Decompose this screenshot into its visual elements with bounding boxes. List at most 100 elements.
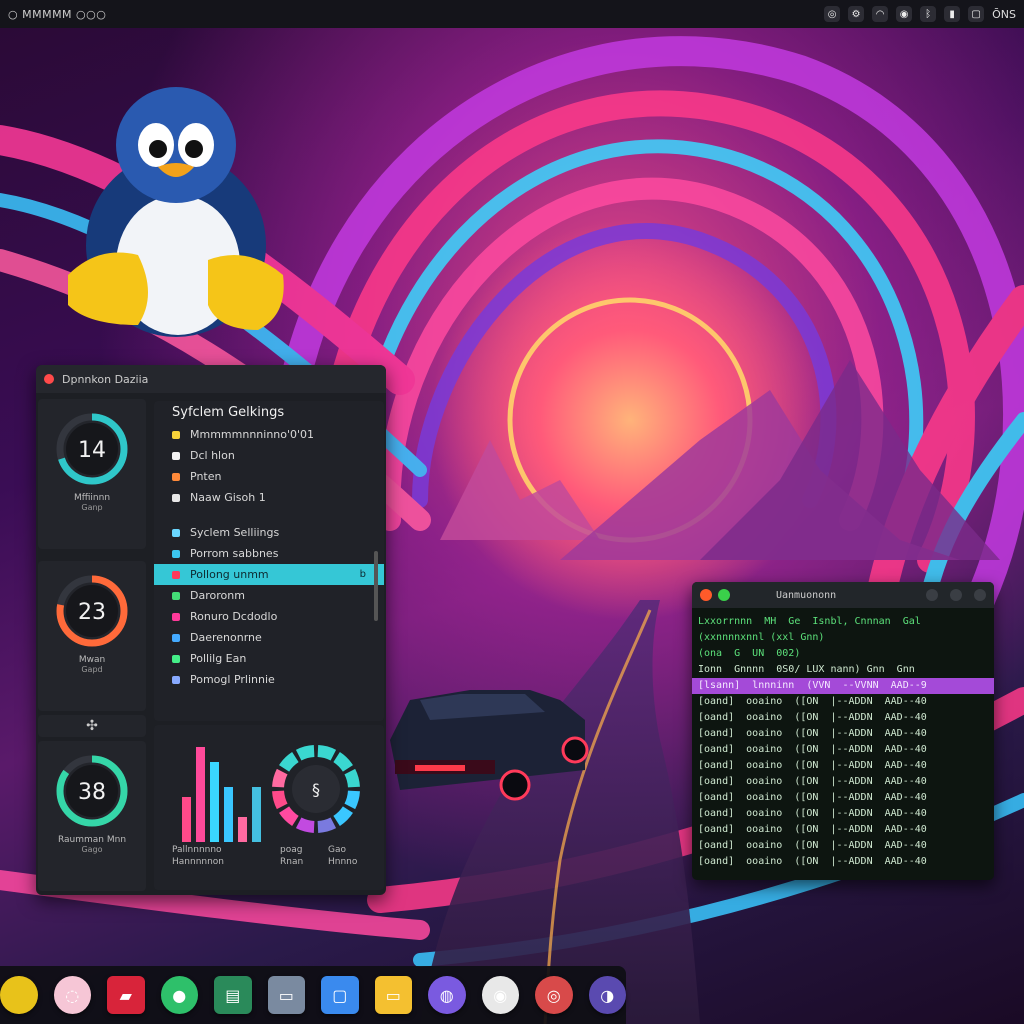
gauge-ring: 14	[56, 413, 128, 485]
settings-item[interactable]: Pollilg Ean	[154, 648, 384, 669]
terminal-row: [oand] ooaino ([ON |--ADDN AAD--40	[698, 728, 927, 739]
notes-icon[interactable]: ▢	[968, 6, 985, 22]
settings-item-icon	[172, 430, 180, 439]
terminal-menu-button[interactable]	[926, 589, 938, 601]
terminal-header-line: Lxxorrnnn MH Ge Isnbl, Cnnnan Gal	[698, 616, 921, 627]
battery-icon[interactable]: ▮	[944, 6, 961, 22]
dial-segment	[317, 745, 337, 761]
settings-item[interactable]: Syclem Selliings	[154, 522, 384, 543]
maximize-button[interactable]	[718, 589, 730, 601]
dial-segment	[279, 752, 299, 772]
system-monitor-window[interactable]: Dpnnkon Daziia 14 Mffiinnn Ganp 23 Mwan Gapd 3…	[36, 365, 386, 895]
gauge-ring: 23	[56, 575, 128, 647]
settings-item-icon	[172, 612, 180, 621]
settings-item-label: Pomogl Prlinnie	[190, 673, 275, 686]
terminal-row: [oand] ooaino ([ON |--ADDN AAD--40	[698, 840, 927, 851]
charts-panel: § Pallnnnnno Hannnnnon poag Rnan Gao Hnn…	[154, 725, 384, 890]
dial-segment	[344, 768, 360, 788]
gauge-value: 23	[78, 600, 106, 625]
settings-item[interactable]: Porrom sabbnes	[154, 543, 384, 564]
settings-scrollbar[interactable]	[374, 551, 378, 621]
app-green-icon[interactable]: ●	[160, 976, 198, 1014]
settings-item-icon	[172, 528, 180, 537]
terminal-header-line: (ona G UN 002)	[698, 648, 801, 659]
list-gap	[154, 508, 384, 522]
system-tray: ◎ ⚙ ◠ ◉ ᛒ ▮ ▢ ŌNS	[824, 6, 1016, 22]
gauge-label: Mffiinnn	[73, 493, 111, 503]
settings-item-icon	[172, 675, 180, 684]
network-icon[interactable]: ◎	[824, 6, 841, 22]
wifi-icon[interactable]: ◠	[872, 6, 889, 22]
chart-caption-right-2: Hnnno	[328, 857, 358, 867]
chart-caption-mid-2: Rnan	[280, 857, 304, 867]
settings-item-icon	[172, 591, 180, 600]
volume-icon[interactable]: ◉	[896, 6, 913, 22]
terminal-titlebar[interactable]: Uanmuononn	[692, 582, 994, 608]
settings-item-label: Ronuro Dcdodlo	[190, 610, 278, 623]
settings-item[interactable]: Naaw Gisoh 1	[154, 487, 384, 508]
dial-segment	[272, 790, 288, 810]
app-files-icon[interactable]: ▭	[267, 976, 305, 1014]
top-panel-title: ○ MMMMM ○○○	[8, 7, 107, 21]
terminal-row: [oand] ooaino ([ON |--ADDN AAD--40	[698, 856, 927, 867]
close-button[interactable]	[44, 374, 54, 384]
app-blue-icon[interactable]: ▢	[321, 976, 359, 1014]
gauge-card[interactable]: 23 Mwan Gapd	[38, 561, 146, 711]
gauge-card[interactable]: 14 Mffiinnn Ganp	[38, 399, 146, 549]
clock[interactable]: ŌNS	[992, 8, 1016, 21]
gauge-ring: 38	[56, 755, 128, 827]
settings-item[interactable]: Pnten	[154, 466, 384, 487]
terminal-output[interactable]: Lxxorrnnn MH Ge Isnbl, Cnnnan Gal (xxnnnn…	[692, 608, 994, 870]
terminal-title: Uanmuononn	[776, 589, 837, 601]
usage-dial: §	[272, 745, 360, 833]
usage-bar	[252, 787, 261, 842]
gauge-sub: Ganp	[81, 503, 103, 512]
dial-segment	[333, 806, 353, 826]
app-red-icon[interactable]: ◎	[535, 976, 573, 1014]
app-yellow-icon[interactable]	[0, 976, 38, 1014]
settings-icon[interactable]: ⚙	[848, 6, 865, 22]
dock: ◌ ▰ ● ▤ ▭ ▢ ▭ ◍ ◉ ◎ ◑	[0, 966, 626, 1024]
settings-item-icon	[172, 493, 180, 502]
terminal-row: [oand] ooaino ([ON |--ADDN AAD--40	[698, 824, 927, 835]
usage-bar-chart	[182, 747, 261, 842]
app-pink-icon[interactable]: ◌	[53, 976, 91, 1014]
settings-item[interactable]: Dcl hlon	[154, 445, 384, 466]
terminal-line: Ionn Gnnnn 0S0/ LUX nann) Gnn Gnn	[698, 664, 915, 675]
chrome-icon[interactable]: ◉	[481, 976, 519, 1014]
bluetooth-icon[interactable]: ᛒ	[920, 6, 937, 22]
settings-item[interactable]: Ronuro Dcdodlo	[154, 606, 384, 627]
terminal-window[interactable]: Uanmuononn Lxxorrnnn MH Ge Isnbl, Cnnnan…	[692, 582, 994, 880]
settings-item-icon	[172, 549, 180, 558]
settings-item[interactable]: Pollong unmm b	[154, 564, 384, 585]
close-button[interactable]	[700, 589, 712, 601]
terminal-row: [oand] ooaino ([ON |--ADDN AAD--40	[698, 792, 927, 803]
app-terminal-icon[interactable]: ▤	[214, 976, 252, 1014]
fan-card[interactable]: ✣	[38, 715, 146, 737]
chart-caption-right: Gao	[328, 845, 346, 855]
system-window-titlebar[interactable]: Dpnnkon Daziia	[36, 365, 386, 393]
usage-bar	[238, 817, 247, 842]
tux-penguin-icon	[68, 87, 284, 337]
settings-item[interactable]: Pomogl Prlinnie	[154, 669, 384, 690]
settings-item[interactable]: Daroronm	[154, 585, 384, 606]
settings-item-label: Daerenonrne	[190, 631, 262, 644]
app-violet-icon[interactable]: ◑	[588, 976, 626, 1014]
settings-item-label: Mmmmmnnninno'0'01	[190, 428, 315, 441]
gauge-label: Raumman Mnn	[57, 835, 127, 845]
app-notes-icon[interactable]: ▭	[374, 976, 412, 1014]
gauge-card[interactable]: 38 Raumman Mnn Gago	[38, 741, 146, 891]
settings-item-label: Pollong unmm	[190, 568, 269, 581]
settings-item[interactable]: Daerenonrne	[154, 627, 384, 648]
settings-item[interactable]: Mmmmmnnninno'0'01	[154, 424, 384, 445]
chart-caption-left: Pallnnnnno	[172, 845, 222, 855]
terminal-settings-button[interactable]	[974, 589, 986, 601]
terminal-row: [oand] ooaino ([ON |--ADDN AAD--40	[698, 776, 927, 787]
terminal-search-button[interactable]	[950, 589, 962, 601]
app-purple-icon[interactable]: ◍	[428, 976, 466, 1014]
dial-segment	[279, 806, 299, 826]
gauge-sub: Gapd	[81, 665, 103, 674]
gauge-value: 38	[78, 780, 106, 805]
app-gift-icon[interactable]: ▰	[107, 976, 145, 1014]
dial-segment	[295, 817, 315, 833]
